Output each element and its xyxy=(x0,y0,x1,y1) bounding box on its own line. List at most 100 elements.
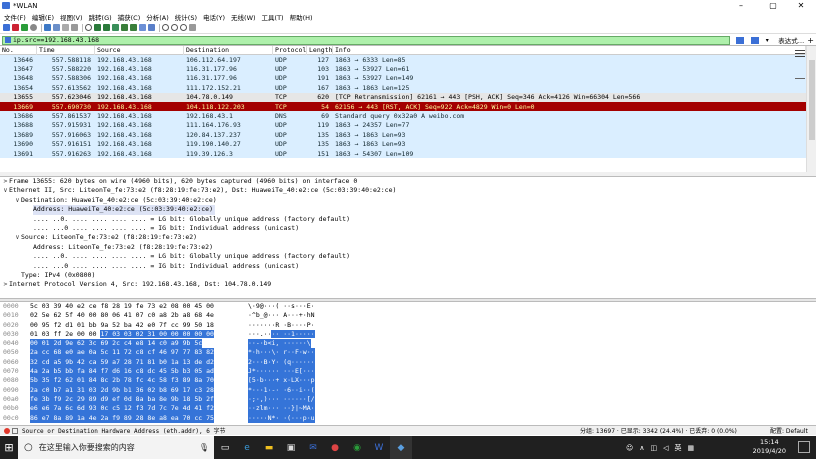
col-header-protocol[interactable]: Protocol xyxy=(273,46,307,55)
detail-tree-row[interactable]: ∨ Source: LiteonTe_fe:73:e2 (f8:28:19:fe:… xyxy=(0,233,816,242)
menu-file[interactable]: 文件(F) xyxy=(4,12,26,22)
expression-button[interactable]: 表达式… xyxy=(778,35,804,45)
mail-icon[interactable]: ✉ xyxy=(302,436,324,459)
zoom-out-icon[interactable] xyxy=(171,24,178,31)
bytes-ascii[interactable]: ··zlm··· ··}|~MA· xyxy=(248,404,315,414)
add-filter-button-icon[interactable]: + xyxy=(807,36,814,45)
minimize-button[interactable]: – xyxy=(726,0,756,11)
save-file-icon[interactable] xyxy=(53,24,60,31)
packet-row[interactable]: 13691 557.916263 192.168.43.168 119.39.126.… xyxy=(0,148,806,159)
find-icon[interactable] xyxy=(85,24,92,31)
bytes-ascii[interactable]: ·······R ·B····P· xyxy=(248,321,315,330)
bytes-ascii[interactable]: *·h···\· r··F·w·· xyxy=(248,348,315,358)
notification-center-icon[interactable] xyxy=(798,441,810,453)
col-header-source[interactable]: Source xyxy=(95,46,184,55)
packet-row[interactable]: 13688 557.915931 192.168.43.168 111.164.176… xyxy=(0,120,806,131)
menu-go[interactable]: 跳转(G) xyxy=(89,12,112,22)
bytes-ascii[interactable]: 2···B·Y· (q······ xyxy=(248,357,315,368)
bytes-hex[interactable]: 86 e7 8a 89 1a 4e 2a f9 89 28 8e a8 ea 7… xyxy=(30,413,214,423)
bytes-ascii[interactable]: ·····N*· ·(···p·u xyxy=(248,413,315,423)
taskbar-search-box[interactable]: ○ 在这里输入你要搜索的内容 🎙 xyxy=(18,436,214,459)
packet-row[interactable]: 13646 557.588118 192.168.43.168 106.112.64.… xyxy=(0,55,806,65)
detail-tree-row[interactable]: > Internet Protocol Version 4, Src: 192.1… xyxy=(0,280,816,289)
bytes-ascii[interactable]: *···1·-· ·6··i··( xyxy=(248,385,315,395)
people-icon[interactable]: ☺ xyxy=(626,444,633,452)
tray-expand-icon[interactable]: ∧ xyxy=(639,444,644,452)
bytes-hex[interactable]: 2a cc 68 e0 ae 0a 5c 11 72 c8 cf 46 97 7… xyxy=(30,348,214,358)
display-filter-input[interactable]: ip.src==192.168.43.168 xyxy=(2,35,731,45)
expand-arrow-icon[interactable]: > xyxy=(2,280,9,289)
detail-tree-row[interactable]: > Frame 13655: 620 bytes on wire (4960 bi… xyxy=(0,177,816,186)
language-indicator[interactable]: 英 xyxy=(674,443,681,453)
detail-tree-row[interactable]: ∨ Ethernet II, Src: LiteonTe_fe:73:e2 (f8… xyxy=(0,186,816,195)
bytes-ascii[interactable]: J*······ ···E[··· xyxy=(248,367,315,377)
apply-filter-icon[interactable] xyxy=(750,36,759,44)
capture-comment-icon[interactable] xyxy=(12,427,18,434)
clear-filter-icon[interactable] xyxy=(735,36,744,44)
packet-row[interactable]: 13647 557.588220 192.168.43.168 116.31.177.… xyxy=(0,64,806,74)
task-view-icon[interactable]: ▭ xyxy=(214,436,236,459)
wechat-icon[interactable]: ◉ xyxy=(346,436,368,459)
col-header-destination[interactable]: Destination xyxy=(184,46,273,55)
bytes-ascii[interactable]: ··-·b<i, ······\ xyxy=(248,339,311,349)
col-header-info[interactable]: Info xyxy=(333,46,806,55)
packet-row[interactable]: 13689 557.916063 192.168.43.168 120.84.137.… xyxy=(0,130,806,140)
bytes-hex[interactable]: 01 03 ff 2e 00 00 17 03 03 02 31 00 00 0… xyxy=(30,329,214,339)
detail-tree-row[interactable]: .... ..0. .... .... .... .... = LG bit: … xyxy=(0,252,816,261)
packet-row[interactable]: 13686 557.861537 192.168.43.168 192.168.43.… xyxy=(0,111,806,121)
bytes-hex[interactable]: 5b 35 f2 62 01 84 8c 2b 78 fc 4c 58 f3 8… xyxy=(30,376,214,386)
reload-icon[interactable] xyxy=(71,24,78,31)
detail-tree-row[interactable]: ∨ Destination: HuaweiTe_40:e2:ce (5c:03:3… xyxy=(0,196,816,205)
menu-statistics[interactable]: 统计(S) xyxy=(175,12,197,22)
expert-info-icon[interactable] xyxy=(4,427,10,434)
menu-analyze[interactable]: 分析(A) xyxy=(146,12,169,22)
forward-arrow-icon[interactable] xyxy=(103,24,110,31)
collapse-arrow-icon[interactable]: ∨ xyxy=(14,233,21,242)
col-header-length[interactable]: Length xyxy=(307,46,333,55)
stop-icon[interactable] xyxy=(12,24,19,31)
bytes-hex[interactable]: 32 cd a5 9b 42 ca 59 a7 28 71 81 b0 1a 1… xyxy=(30,357,214,368)
expand-arrow-icon[interactable]: > xyxy=(2,177,9,186)
bytes-hex[interactable]: fe 3b f9 2c 29 89 d9 ef 0d 8a ba 8e 9b 1… xyxy=(30,394,214,405)
packet-row[interactable]: 13654 557.613562 192.168.43.168 111.172.152… xyxy=(0,83,806,93)
detail-tree-row[interactable]: Type: IPv4 (0x0800) xyxy=(0,271,816,280)
menu-edit[interactable]: 编辑(E) xyxy=(32,12,54,22)
network-icon[interactable]: ◫ xyxy=(650,444,657,452)
zoom-in-icon[interactable] xyxy=(162,24,169,31)
filter-dropdown-icon[interactable]: ▾ xyxy=(766,37,769,44)
packet-list-scrollbar[interactable] xyxy=(806,46,816,172)
packet-row[interactable]: 13648 557.588306 192.168.43.168 116.31.177.… xyxy=(0,73,806,84)
edge-browser-icon[interactable]: e xyxy=(236,436,258,459)
zoom-normal-icon[interactable] xyxy=(180,24,187,31)
col-header-no[interactable]: No. xyxy=(0,46,37,55)
volume-icon[interactable]: ◁ xyxy=(663,444,668,452)
maximize-button[interactable]: ▢ xyxy=(758,0,788,11)
menu-capture[interactable]: 捕获(C) xyxy=(118,12,141,22)
open-file-icon[interactable] xyxy=(44,24,51,31)
scrollbar-thumb[interactable] xyxy=(809,60,815,140)
collapse-arrow-icon[interactable]: ∨ xyxy=(2,186,9,195)
bytes-ascii[interactable]: ···.···· ··1····· xyxy=(248,329,315,339)
bytes-ascii[interactable]: ·^b_@··· A···+·hN xyxy=(248,311,315,320)
detail-tree-row[interactable]: Address: LiteonTe_fe:73:e2 (f8:28:19:fe:… xyxy=(0,243,816,252)
col-header-time[interactable]: Time xyxy=(37,46,95,55)
bytes-hex[interactable]: 4a 2a b5 bb fa 84 f7 d6 16 c8 dc 45 5b b… xyxy=(30,367,214,377)
packet-row[interactable]: 13669 557.690730 192.168.43.168 104.118.122… xyxy=(0,101,806,112)
status-profile[interactable]: 配置: Default xyxy=(770,426,808,435)
restart-icon[interactable] xyxy=(21,24,28,31)
bytes-ascii[interactable]: \·9@···( ··s···E· xyxy=(248,302,315,311)
shark-fin-start-icon[interactable] xyxy=(3,24,10,31)
back-arrow-icon[interactable] xyxy=(94,24,101,31)
menu-telephony[interactable]: 电话(Y) xyxy=(203,12,225,22)
detail-tree-row[interactable]: .... ...0 .... .... .... .... = IG bit: … xyxy=(0,262,816,271)
app-icon[interactable]: ● xyxy=(324,436,346,459)
bytes-hex[interactable]: 00 01 2d 9e 62 3c 69 2c c4 e8 14 c0 a9 9… xyxy=(30,339,203,349)
bytes-hex[interactable]: e6 e6 7a 6c 6d 93 0c c5 12 f3 7d 7c 7e 4… xyxy=(30,404,214,414)
close-button[interactable]: ✕ xyxy=(786,0,816,11)
collapse-arrow-icon[interactable]: ∨ xyxy=(14,196,21,205)
last-packet-icon[interactable] xyxy=(130,24,137,31)
bytes-hex[interactable]: 02 5e 62 5f 40 00 80 06 41 07 c0 a8 2b a… xyxy=(30,311,214,320)
menu-wireless[interactable]: 无线(W) xyxy=(231,12,256,22)
first-packet-icon[interactable] xyxy=(121,24,128,31)
taskbar-clock[interactable]: 15:14 2019/4/20 xyxy=(753,438,786,456)
